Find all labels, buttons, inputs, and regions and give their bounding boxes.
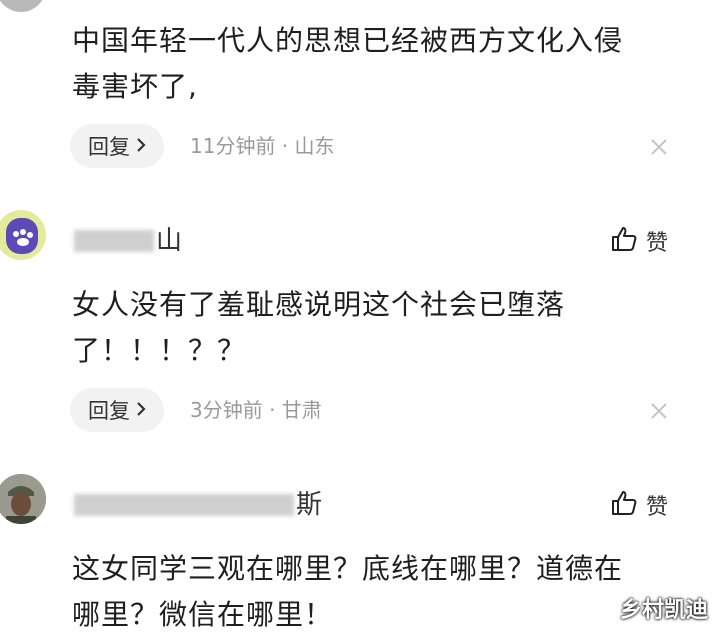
comment-text: 中国年轻一代人的思想已经被西方文化入侵 毒害坏了, [72,24,624,103]
username[interactable]: 山 [74,226,182,256]
paw-icon [6,218,38,254]
chevron-right-icon [136,398,146,422]
blurred-username [74,494,294,516]
person-photo [0,474,46,524]
watermark: 乡村凯迪 [620,598,709,623]
close-icon[interactable] [648,136,670,158]
username[interactable]: 斯 [74,490,322,520]
comment-text: 这女同学三观在哪里？底线在哪里？道德在 哪里？微信在哪里！ [72,552,624,631]
comment-meta: 3分钟前 · 甘肃 [190,398,322,422]
blurred-username [74,230,154,252]
reply-button[interactable]: 回复 [70,388,164,432]
thumbs-up-icon [610,489,638,521]
like-button[interactable]: 赞 [610,224,668,258]
close-icon[interactable] [648,400,670,422]
like-button[interactable]: 赞 [610,488,668,522]
avatar[interactable] [0,474,46,524]
thumbs-up-icon [610,225,638,257]
avatar[interactable] [0,0,46,12]
chevron-right-icon [136,134,146,158]
reply-button[interactable]: 回复 [70,124,164,168]
comment-text: 女人没有了羞耻感说明这个社会已堕落 了！！！？？ [72,288,566,367]
comment-meta: 11分钟前 · 山东 [190,134,335,158]
avatar[interactable] [0,210,46,260]
